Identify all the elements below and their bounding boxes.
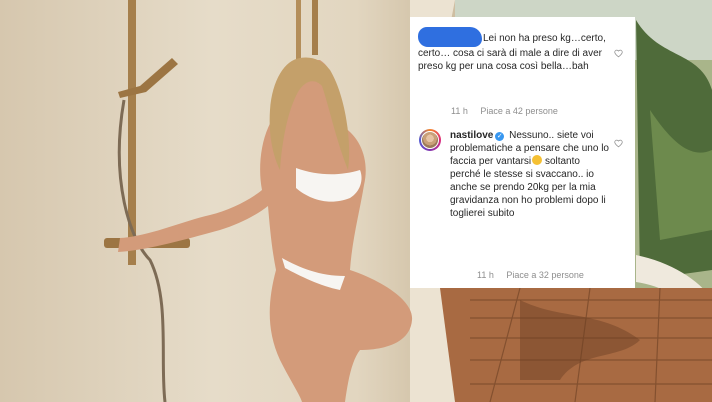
comment-likes[interactable]: Piace a 42 persone bbox=[480, 106, 558, 116]
comment-body: nastilove ✓ Nessuno.. siete voi problemat… bbox=[450, 129, 610, 220]
comment-meta: 11 h Piace a 42 persone bbox=[451, 105, 568, 118]
comment-body: Lei non ha preso kg…certo, certo… cosa c… bbox=[418, 27, 608, 73]
shower-pipe-3 bbox=[312, 0, 318, 55]
comment-likes[interactable]: Piace a 32 persone bbox=[506, 270, 584, 280]
comment-username[interactable]: nastilove bbox=[450, 130, 493, 141]
hand-shower bbox=[118, 58, 178, 98]
heart-outline-icon[interactable] bbox=[614, 139, 623, 148]
comment-time: 11 h bbox=[477, 270, 494, 280]
comment-time: 11 h bbox=[451, 106, 468, 116]
comment-meta: 11 h Piace a 32 persone bbox=[477, 269, 594, 282]
shower-pipe-2 bbox=[296, 0, 301, 60]
avatar[interactable] bbox=[419, 129, 441, 151]
verified-badge-icon: ✓ bbox=[495, 132, 505, 141]
grinning-sweat-emoji-icon bbox=[532, 155, 543, 165]
redacted-username bbox=[418, 27, 482, 47]
comments-card: Lei non ha preso kg…certo, certo… cosa c… bbox=[410, 17, 635, 288]
heart-outline-icon[interactable] bbox=[614, 49, 623, 58]
